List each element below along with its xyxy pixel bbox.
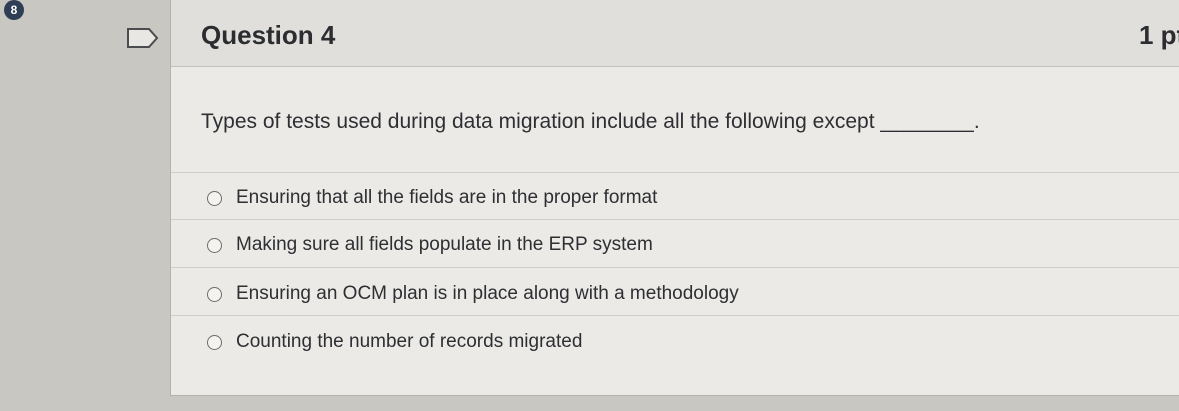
flag-question-icon[interactable] bbox=[127, 28, 159, 53]
answer-divider bbox=[171, 315, 1179, 316]
answer-label: Making sure all fields populate in the E… bbox=[236, 234, 653, 255]
answer-divider bbox=[171, 267, 1179, 268]
answer-option-2[interactable]: Making sure all fields populate in the E… bbox=[207, 228, 653, 262]
answer-option-3[interactable]: Ensuring an OCM plan is in place along w… bbox=[207, 277, 739, 311]
question-prompt: Types of tests used during data migratio… bbox=[201, 110, 980, 134]
question-number-badge: 8 bbox=[4, 0, 24, 20]
radio-button-icon[interactable] bbox=[207, 237, 222, 253]
answer-option-4[interactable]: Counting the number of records migrated bbox=[207, 325, 582, 359]
question-prompt-text: Types of tests used during data migratio… bbox=[201, 110, 875, 133]
radio-button-icon[interactable] bbox=[207, 334, 222, 350]
answer-label: Ensuring an OCM plan is in place along w… bbox=[236, 283, 739, 304]
answer-option-1[interactable]: Ensuring that all the fields are in the … bbox=[207, 181, 657, 215]
answer-label: Counting the number of records migrated bbox=[236, 331, 583, 352]
question-title: Question 4 bbox=[201, 20, 336, 50]
answer-divider bbox=[171, 172, 1179, 173]
question-points: 1 pts bbox=[1139, 20, 1179, 50]
question-card: Question 4 1 pts Types of tests used dur… bbox=[170, 0, 1179, 396]
radio-button-icon[interactable] bbox=[207, 190, 222, 206]
question-blank: ________. bbox=[880, 110, 980, 133]
answer-label: Ensuring that all the fields are in the … bbox=[236, 187, 658, 208]
question-header: Question 4 1 pts bbox=[171, 0, 1179, 67]
answer-divider bbox=[171, 219, 1179, 220]
radio-button-icon[interactable] bbox=[207, 286, 222, 302]
